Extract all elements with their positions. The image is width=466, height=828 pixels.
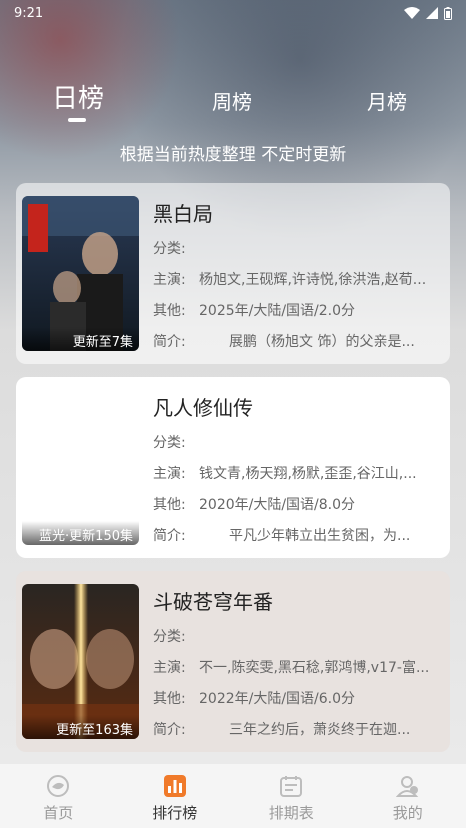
cast-value: 钱文青,杨天翔,杨默,歪歪,谷江山,...: [199, 465, 417, 482]
category-label: 分类:: [153, 434, 186, 451]
other-value: 2020年/大陆/国语/8.0分: [199, 496, 356, 513]
episode-badge: 更新至163集: [22, 715, 139, 739]
show-info: 黑白局 分类: 主演: 杨旭文,王砚辉,许诗悦,徐洪浩,赵荀... 其他: 20…: [153, 196, 443, 364]
nav-schedule-label: 排期表: [268, 804, 314, 822]
other-row: 其他: 2020年/大陆/国语/8.0分: [153, 488, 443, 519]
nav-home-label: 首页: [43, 804, 74, 822]
cast-value: 不一,陈奕雯,黑石稔,郭鸿博,v17-富...: [199, 659, 430, 676]
ranking-list: 更新至7集 黑白局 分类: 主演: 杨旭文,王砚辉,许诗悦,徐洪浩,赵荀... …: [16, 183, 450, 765]
synopsis-row: 简介: 三年之约后，萧炎终于在迦...: [153, 713, 443, 744]
ranking-subtitle: 根据当前热度整理 不定时更新: [119, 145, 347, 165]
nav-profile[interactable]: 我的: [350, 764, 466, 828]
cast-row: 主演: 钱文青,杨天翔,杨默,歪歪,谷江山,...: [153, 457, 443, 488]
cast-row: 主演: 不一,陈奕雯,黑石稔,郭鸿博,v17-富...: [153, 651, 443, 682]
cast-row: 主演: 杨旭文,王砚辉,许诗悦,徐洪浩,赵荀...: [153, 263, 443, 294]
signal-icon: [426, 7, 438, 19]
nav-home[interactable]: 首页: [0, 764, 117, 828]
show-info: 凡人修仙传 分类: 主演: 钱文青,杨天翔,杨默,歪歪,谷江山,... 其他: …: [153, 390, 443, 558]
category-row: 分类:: [153, 620, 443, 651]
category-label: 分类:: [153, 628, 186, 645]
cast-label: 主演:: [153, 465, 186, 482]
cast-label: 主演:: [153, 659, 186, 676]
other-label: 其他:: [153, 690, 186, 707]
show-card[interactable]: 蓝光·更新150集 凡人修仙传 分类: 主演: 钱文青,杨天翔,杨默,歪歪,谷江…: [16, 377, 450, 558]
nav-profile-label: 我的: [392, 804, 423, 822]
show-title: 黑白局: [153, 202, 213, 226]
other-value: 2022年/大陆/国语/6.0分: [199, 690, 356, 707]
synopsis-value: 三年之约后，萧炎终于在迦...: [229, 721, 411, 738]
tab-indicator: [68, 118, 86, 122]
show-card[interactable]: 更新至7集 黑白局 分类: 主演: 杨旭文,王砚辉,许诗悦,徐洪浩,赵荀... …: [16, 183, 450, 364]
status-bar: 9:21: [0, 0, 466, 26]
poster[interactable]: 更新至7集: [22, 196, 139, 351]
synopsis-row: 简介: 平凡少年韩立出生贫困，为...: [153, 519, 443, 550]
show-title: 斗破苍穹年番: [153, 590, 273, 614]
show-title: 凡人修仙传: [153, 396, 253, 420]
cast-label: 主演:: [153, 271, 186, 288]
home-icon: [47, 775, 70, 797]
synopsis-label: 简介:: [153, 527, 186, 544]
bottom-nav: 首页 排行榜 排期表 我的: [0, 764, 466, 828]
battery-icon: [444, 6, 452, 20]
nav-ranking-label: 排行榜: [152, 804, 198, 822]
poster[interactable]: 更新至163集: [22, 584, 139, 739]
category-row: 分类:: [153, 232, 443, 263]
status-time: 9:21: [14, 5, 44, 21]
synopsis-label: 简介:: [153, 721, 186, 738]
category-row: 分类:: [153, 426, 443, 457]
ranking-icon: [163, 775, 186, 797]
poster[interactable]: 蓝光·更新150集: [22, 390, 139, 545]
episode-badge: 更新至7集: [22, 327, 139, 351]
other-label: 其他:: [153, 496, 186, 513]
ranking-tabs: 日榜 周榜 月榜: [0, 78, 466, 128]
schedule-icon: [280, 776, 303, 797]
category-label: 分类:: [153, 240, 186, 257]
tab-daily[interactable]: 日榜: [52, 78, 104, 115]
other-value: 2025年/大陆/国语/2.0分: [199, 302, 356, 319]
cast-value: 杨旭文,王砚辉,许诗悦,徐洪浩,赵荀...: [199, 271, 427, 288]
profile-icon: [395, 776, 418, 797]
status-icons: [404, 6, 452, 20]
show-info: 斗破苍穹年番 分类: 主演: 不一,陈奕雯,黑石稔,郭鸿博,v17-富... 其…: [153, 584, 443, 752]
synopsis-value: 平凡少年韩立出生贫困，为...: [229, 527, 411, 544]
synopsis-value: 展鹏（杨旭文 饰）的父亲是...: [229, 333, 415, 350]
other-label: 其他:: [153, 302, 186, 319]
other-row: 其他: 2025年/大陆/国语/2.0分: [153, 294, 443, 325]
tab-monthly[interactable]: 月榜: [367, 86, 407, 115]
nav-schedule[interactable]: 排期表: [233, 764, 350, 828]
wifi-icon: [404, 7, 420, 19]
tab-weekly[interactable]: 周榜: [212, 86, 252, 115]
show-card[interactable]: 更新至163集 斗破苍穹年番 分类: 主演: 不一,陈奕雯,黑石稔,郭鸿博,v1…: [16, 571, 450, 752]
synopsis-row: 简介: 展鹏（杨旭文 饰）的父亲是...: [153, 325, 443, 356]
episode-badge: 蓝光·更新150集: [22, 521, 139, 545]
synopsis-label: 简介:: [153, 333, 186, 350]
other-row: 其他: 2022年/大陆/国语/6.0分: [153, 682, 443, 713]
nav-ranking[interactable]: 排行榜: [117, 764, 234, 828]
